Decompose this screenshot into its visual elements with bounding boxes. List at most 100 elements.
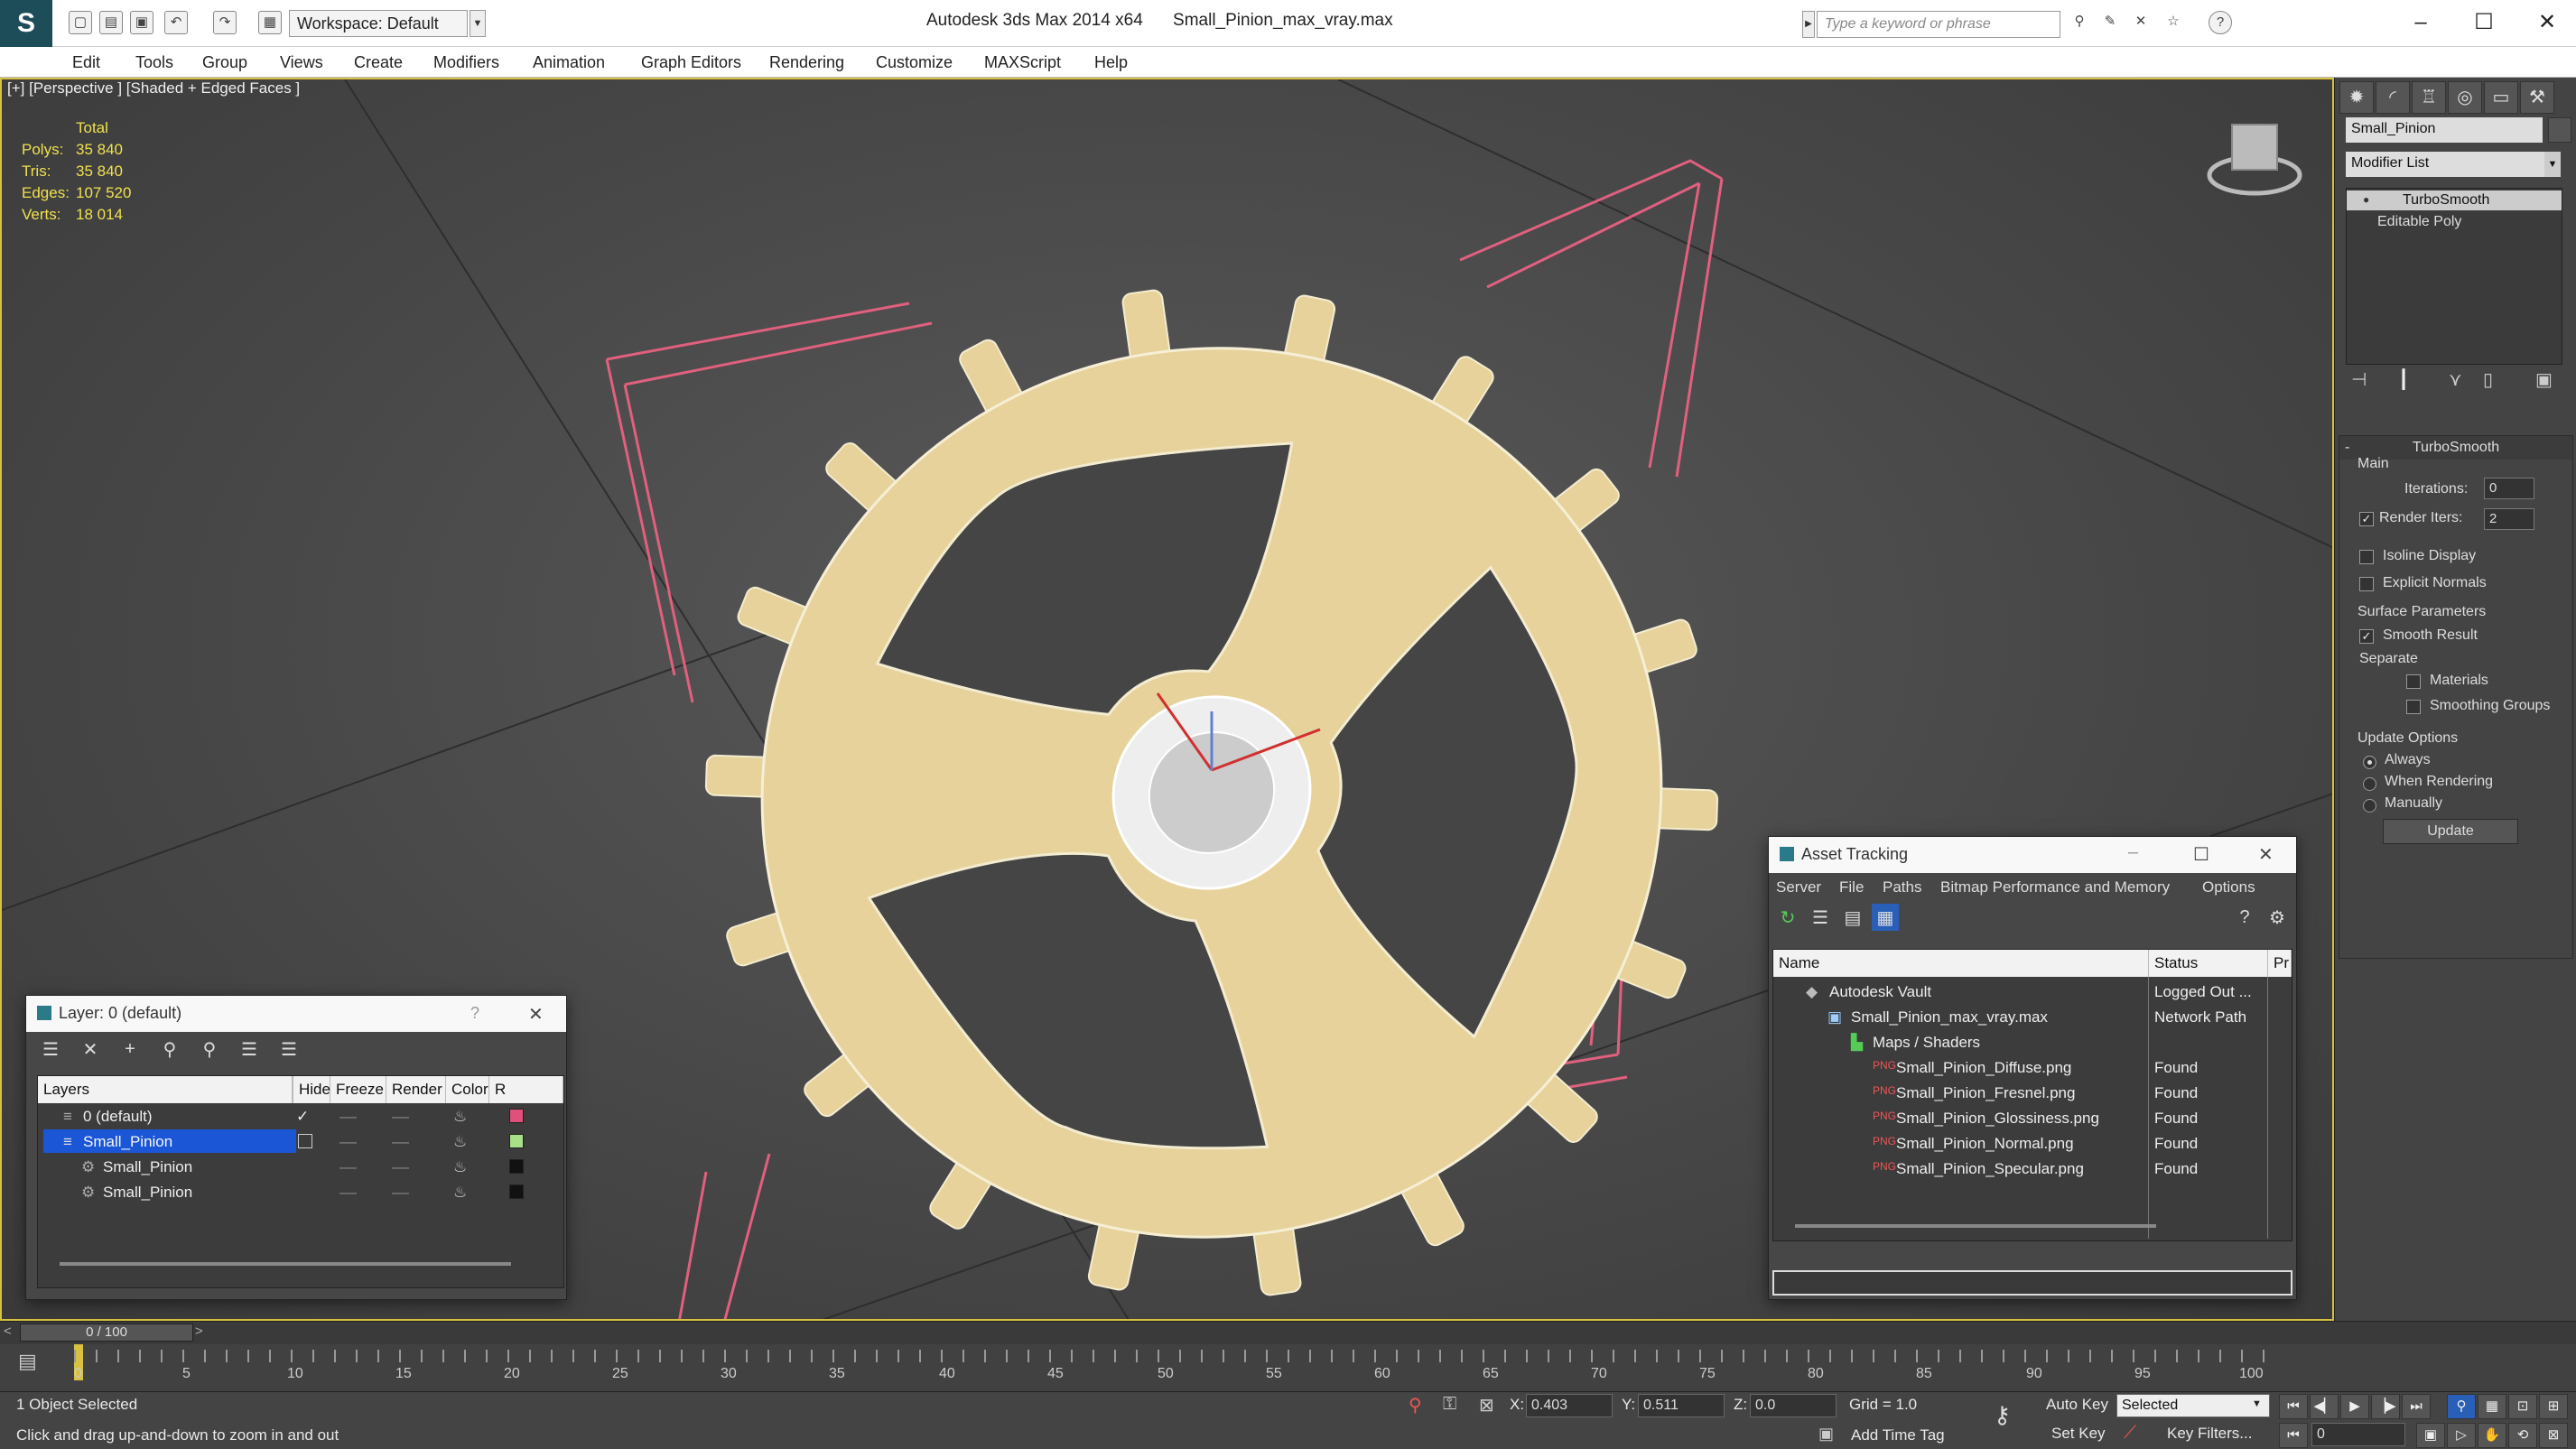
maximize-viewport-icon[interactable]: ⊠ <box>2539 1423 2568 1448</box>
time-slider[interactable]: < 0 / 100 > <box>0 1321 2576 1344</box>
update-button[interactable]: Update <box>2383 819 2518 844</box>
layer-color-swatch[interactable] <box>509 1159 524 1174</box>
render-iters-checkbox[interactable]: ✓ <box>2359 512 2374 526</box>
asset-menu-file[interactable]: File <box>1839 878 1864 896</box>
set-key-button[interactable]: Set Key <box>2051 1425 2106 1443</box>
render-teapot-icon[interactable]: ♨ <box>453 1133 467 1151</box>
asset-row[interactable]: ▣ Small_Pinion_max_vray.max Network Path <box>1773 1004 2292 1029</box>
make-unique-icon[interactable]: ⋎ <box>2449 368 2462 391</box>
time-slider-prev-icon[interactable]: < <box>4 1324 12 1339</box>
asset-row[interactable]: PNG Small_Pinion_Glossiness.png Found <box>1773 1105 2292 1130</box>
hide-toggle[interactable]: –– <box>339 1108 357 1126</box>
layer-row[interactable]: ≡ 0 (default) ✓ –– –– ♨ <box>38 1103 563 1129</box>
viewport-label[interactable]: [+] [Perspective ] [Shaded + Edged Faces… <box>7 79 300 98</box>
zoom-all-icon[interactable]: ▦ <box>2478 1394 2506 1419</box>
refresh-icon[interactable]: ↻ <box>1774 904 1801 931</box>
select-in-layer-icon[interactable]: ⚲ <box>156 1036 183 1063</box>
col-color[interactable]: Color <box>446 1076 489 1103</box>
asset-settings-icon[interactable]: ⚙ <box>2264 904 2291 931</box>
asset-menu-bitmap[interactable]: Bitmap Performance and Memory <box>1940 878 2170 896</box>
x-coordinate-field[interactable]: 0.403 <box>1526 1394 1613 1417</box>
go-to-end-icon[interactable]: ⏭ <box>2402 1394 2431 1419</box>
pan-view-icon[interactable]: ✋ <box>2478 1423 2506 1448</box>
freeze-toggle[interactable]: –– <box>392 1108 409 1126</box>
minimize-icon[interactable]: – <box>2398 7 2443 38</box>
current-layer-box[interactable] <box>298 1134 312 1148</box>
asset-menu-options[interactable]: Options <box>2202 878 2255 896</box>
redo-icon[interactable]: ↷ <box>213 11 237 34</box>
key-selection-dropdown-arrow-icon[interactable]: ▼ <box>2252 1398 2262 1409</box>
asset-row[interactable]: ◆ Autodesk Vault Logged Out ... <box>1773 979 2292 1004</box>
menu-maxscript[interactable]: MAXScript <box>984 53 1061 72</box>
configure-modifier-sets-icon[interactable]: ▣ <box>2535 368 2553 391</box>
layer-row[interactable]: ⚙ Small_Pinion –– –– ♨ <box>38 1154 563 1179</box>
menu-graph-editors[interactable]: Graph Editors <box>641 53 741 72</box>
workspace-dropdown-arrow-icon[interactable]: ▼ <box>470 10 486 37</box>
project-folder-icon[interactable]: ▦ <box>258 11 282 34</box>
set-key-mode-key-icon[interactable]: ⚷ <box>1994 1401 2011 1429</box>
hide-all-layers-icon[interactable]: ☰ <box>236 1036 263 1063</box>
key-filters-button[interactable]: Key Filters... <box>2167 1425 2252 1443</box>
stack-item-editable-poly[interactable]: Editable Poly <box>2347 212 2562 232</box>
isolate-selection-icon[interactable]: ⚲ <box>1409 1394 1422 1416</box>
asset-maximize-icon[interactable]: ☐ <box>2193 843 2209 866</box>
update-when-rendering-radio[interactable] <box>2363 777 2376 791</box>
tree-view-icon[interactable]: ▤ <box>1839 904 1866 931</box>
highlight-layer-icon[interactable]: ⚲ <box>196 1036 223 1063</box>
render-teapot-icon[interactable]: ♨ <box>453 1184 467 1202</box>
binoculars-icon[interactable]: ⚲ <box>2068 11 2091 34</box>
search-input[interactable]: Type a keyword or phrase <box>1817 11 2060 38</box>
menu-customize[interactable]: Customize <box>876 53 953 72</box>
z-coordinate-field[interactable]: 0.0 <box>1750 1394 1837 1417</box>
search-expand-icon[interactable]: ▶ <box>1802 11 1815 38</box>
update-manually-radio[interactable] <box>2363 799 2376 813</box>
col-name[interactable]: Name <box>1773 950 2149 977</box>
object-name-field[interactable]: Small_Pinion <box>2346 117 2543 143</box>
freeze-all-layers-icon[interactable]: ☰ <box>275 1036 302 1063</box>
layer-row[interactable]: ⚙ Small_Pinion –– –– ♨ <box>38 1179 563 1204</box>
time-slider-thumb[interactable]: 0 / 100 <box>20 1324 193 1342</box>
stack-item-turbosmooth[interactable]: TurboSmooth <box>2347 190 2562 210</box>
asset-row[interactable]: ▙ Maps / Shaders <box>1773 1029 2292 1054</box>
orbit-icon[interactable]: ⟲ <box>2508 1423 2537 1448</box>
subscription-icon[interactable]: ✎ <box>2098 11 2122 34</box>
layer-window-close-icon[interactable]: ✕ <box>528 1003 544 1026</box>
modifier-list-dropdown[interactable]: Modifier List <box>2346 152 2559 177</box>
update-always-radio[interactable] <box>2363 756 2376 769</box>
y-coordinate-field[interactable]: 0.511 <box>1638 1394 1725 1417</box>
save-file-icon[interactable]: ▣ <box>130 11 153 34</box>
freeze-toggle[interactable]: –– <box>392 1133 409 1151</box>
active-layer-check-icon[interactable]: ✓ <box>296 1108 309 1126</box>
asset-row[interactable]: PNG Small_Pinion_Diffuse.png Found <box>1773 1054 2292 1080</box>
time-tag-icon[interactable]: ▣ <box>1818 1425 1834 1444</box>
asset-row[interactable]: PNG Small_Pinion_Normal.png Found <box>1773 1130 2292 1156</box>
undo-icon[interactable]: ↶ <box>164 11 188 34</box>
col-hide[interactable]: Hide <box>293 1076 330 1103</box>
asset-help-icon[interactable]: ? <box>2231 904 2258 931</box>
hierarchy-tab-icon[interactable]: ♖ <box>2412 81 2446 114</box>
next-frame-icon[interactable]: ▕▶ <box>2371 1394 2400 1419</box>
delete-layer-icon[interactable]: ✕ <box>77 1036 104 1063</box>
key-mode-toggle-icon[interactable]: ⏮ <box>2279 1423 2308 1448</box>
time-configuration-icon[interactable]: ▣ <box>2416 1423 2445 1448</box>
help-icon[interactable]: ? <box>2209 11 2232 34</box>
asset-menu-paths[interactable]: Paths <box>1883 878 1921 896</box>
layer-row[interactable]: ≡ Small_Pinion –– –– ♨ <box>38 1129 563 1154</box>
col-pr[interactable]: Pr <box>2268 950 2292 977</box>
layer-color-swatch[interactable] <box>509 1134 524 1148</box>
menu-animation[interactable]: Animation <box>533 53 605 72</box>
create-tab-icon[interactable]: ✹ <box>2339 81 2374 114</box>
rollout-collapse-icon[interactable]: - <box>2345 440 2349 456</box>
asset-row[interactable]: PNG Small_Pinion_Specular.png Found <box>1773 1156 2292 1181</box>
iterations-spinner[interactable]: 0 <box>2484 478 2534 499</box>
zoom-extents-all-icon[interactable]: ⊞ <box>2539 1394 2568 1419</box>
render-teapot-icon[interactable]: ♨ <box>453 1158 467 1176</box>
field-of-view-icon[interactable]: ▷ <box>2447 1423 2476 1448</box>
col-layers[interactable]: Layers <box>38 1076 293 1103</box>
col-render[interactable]: Render <box>386 1076 446 1103</box>
smooth-result-checkbox[interactable]: ✓ <box>2359 629 2374 644</box>
show-end-result-icon[interactable]: ┃ <box>2398 368 2409 391</box>
layer-horizontal-scrollbar[interactable] <box>60 1262 511 1266</box>
open-mini-curve-editor-icon[interactable]: ▤ <box>18 1350 37 1373</box>
open-file-icon[interactable]: ▤ <box>99 11 123 34</box>
